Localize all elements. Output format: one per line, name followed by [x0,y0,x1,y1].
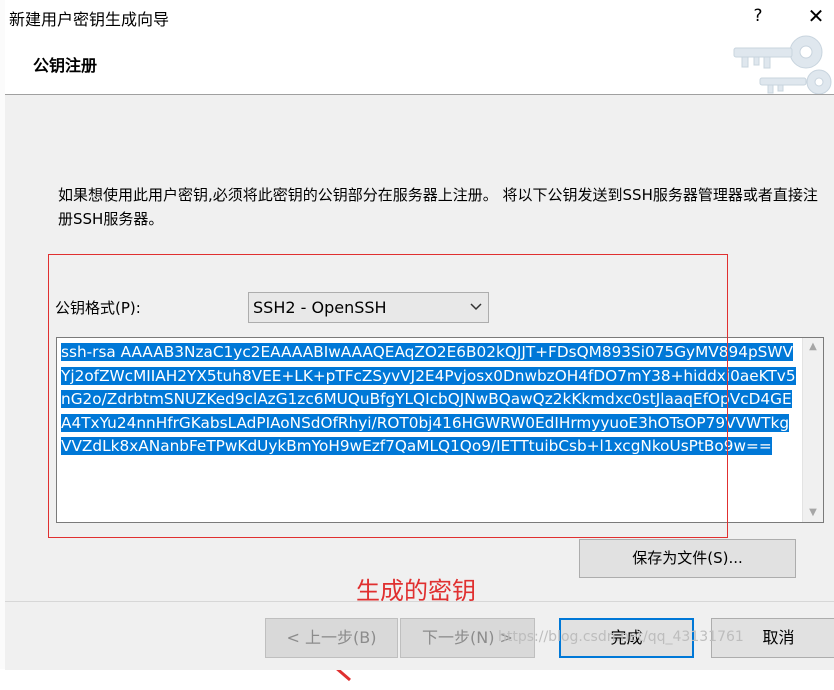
format-label: 公钥格式(P): [55,299,141,317]
instruction-text: 如果想使用此用户密钥,必须将此密钥的公钥部分在服务器上注册。 将以下公钥发送到S… [58,186,818,228]
public-key-selection: ssh-rsa AAAAB3NzaC1yc2EAAAABIwAAAQEAqZO2… [61,343,796,456]
watermark-text: https://blog.csdn.net/qq_43131761 [498,629,744,645]
wizard-body: 如果想使用此用户密钥,必须将此密钥的公钥部分在服务器上注册。 将以下公钥发送到S… [5,95,834,682]
scroll-up-arrow-icon[interactable]: ▲ [803,338,823,356]
public-key-text[interactable]: ssh-rsa AAAAB3NzaC1yc2EAAAABIwAAAQEAqZO2… [61,341,799,459]
page-title: 公钥注册 [33,56,98,75]
keys-icon [694,32,834,94]
public-key-textbox[interactable]: ssh-rsa AAAAB3NzaC1yc2EAAAABIwAAAQEAqZO2… [56,337,824,523]
wizard-footer: < 上一步(B) 下一步(N) > 完成 取消 https://blog.csd… [5,601,834,670]
window-title: 新建用户密钥生成向导 [9,10,170,29]
close-button[interactable]: ✕ [798,2,834,30]
help-button[interactable]: ? [743,4,773,28]
back-button[interactable]: < 上一步(B) [265,618,398,658]
key-scrollbar[interactable]: ▲ ▼ [802,338,823,522]
save-to-file-button[interactable]: 保存为文件(S)... [579,539,796,578]
format-dropdown[interactable]: SSH2 - OpenSSH [248,292,489,323]
wizard-header: 公钥注册 [5,32,834,95]
title-bar: 新建用户密钥生成向导 ? ✕ [5,0,834,32]
scroll-down-arrow-icon[interactable]: ▼ [803,504,823,522]
format-selected-value: SSH2 - OpenSSH [253,298,387,317]
chevron-down-icon [470,303,482,311]
